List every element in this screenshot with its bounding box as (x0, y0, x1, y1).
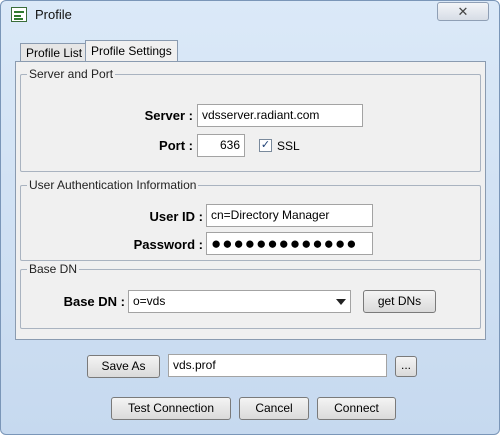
password-label: Password : (133, 237, 203, 252)
server-label: Server : (144, 108, 193, 123)
profile-window: Profile ✕ Profile List Profile Settings … (0, 0, 500, 435)
close-icon[interactable]: ✕ (437, 2, 489, 21)
title-bar[interactable]: Profile ✕ (1, 1, 499, 29)
app-icon (11, 7, 27, 22)
auth-group-title: User Authentication Information (27, 178, 199, 192)
userid-label: User ID : (149, 209, 203, 224)
profile-file-input[interactable]: vds.prof (168, 354, 387, 377)
get-dns-button[interactable]: get DNs (363, 290, 436, 313)
tab-profile-settings[interactable]: Profile Settings (85, 40, 178, 61)
chevron-down-icon[interactable] (336, 299, 346, 305)
ssl-label: SSL (277, 139, 300, 153)
connect-button[interactable]: Connect (317, 397, 396, 420)
save-as-button[interactable]: Save As (87, 355, 160, 378)
tab-profile-list[interactable]: Profile List (20, 43, 89, 62)
base-dn-label: Base DN : (63, 294, 125, 309)
server-port-group-title: Server and Port (27, 67, 116, 81)
browse-button[interactable]: ... (395, 356, 417, 377)
port-label: Port : (159, 138, 193, 153)
password-input[interactable]: ●●●●●●●●●●●●● (206, 232, 373, 255)
base-dn-group-title: Base DN (27, 262, 80, 276)
port-input[interactable]: 636 (197, 134, 245, 157)
base-dn-value: o=vds (133, 294, 166, 308)
test-connection-button[interactable]: Test Connection (111, 397, 231, 420)
cancel-button[interactable]: Cancel (239, 397, 309, 420)
window-title: Profile (35, 7, 72, 22)
base-dn-select[interactable]: o=vds (128, 290, 351, 313)
server-input[interactable]: vdsserver.radiant.com (197, 104, 363, 127)
userid-input[interactable]: cn=Directory Manager (206, 204, 373, 227)
ssl-checkbox[interactable]: ✓ (259, 139, 272, 152)
